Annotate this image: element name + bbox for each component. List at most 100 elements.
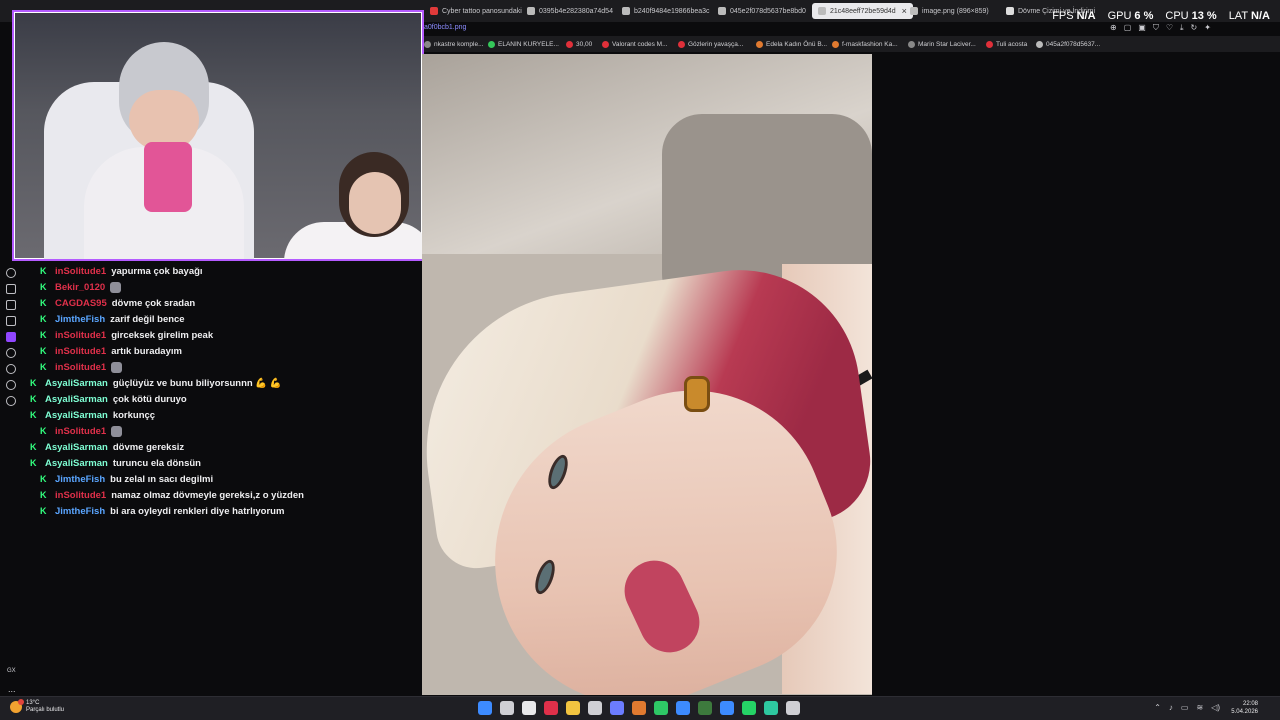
bookmark-item[interactable]: 30,00	[566, 38, 592, 50]
network-icon[interactable]: ▭	[1181, 703, 1189, 712]
sidebar-player-icon[interactable]	[6, 316, 16, 326]
chat-text: korkunçç	[112, 409, 156, 421]
chat-username[interactable]: AsyaliSarman	[45, 410, 108, 421]
sidebar-aria-icon[interactable]	[6, 268, 16, 278]
lat-value: N/A	[1251, 10, 1270, 22]
chat-message: KinSolitude1 artık buradayım	[40, 344, 182, 358]
taskbar-app-icon[interactable]	[632, 701, 646, 715]
settings-icon[interactable]	[6, 396, 16, 406]
weather-widget[interactable]: 13°C Parçalı bulutlu	[10, 699, 64, 714]
bookmark-favicon-icon	[424, 40, 431, 48]
weather-icon	[10, 699, 24, 713]
taskbar-app-icon[interactable]	[742, 701, 756, 715]
chat-username[interactable]: inSolitude1	[55, 346, 106, 357]
bookmark-item[interactable]: 045a2f078d5637...	[1036, 38, 1100, 50]
browser-tab[interactable]: 21c48eeff72be59d4d ×	[812, 3, 913, 19]
chat-username[interactable]: inSolitude1	[55, 490, 106, 501]
chat-username[interactable]: inSolitude1	[55, 330, 106, 341]
gx-label[interactable]: GX	[7, 668, 16, 674]
bookmark-favicon-icon	[678, 40, 685, 48]
taskbar-app-icon[interactable]	[610, 701, 624, 715]
bookmark-item[interactable]: ELANIN KURYELE...	[488, 38, 559, 50]
bookmark-item[interactable]: Gözlerin yavaşça...	[678, 38, 743, 50]
chat-username[interactable]: AsyaliSarman	[45, 394, 108, 405]
zoom-icon[interactable]: ⊕	[1110, 23, 1117, 33]
chat-username[interactable]: AsyaliSarman	[45, 458, 108, 469]
shield-icon[interactable]: ⛉	[1153, 23, 1159, 33]
chat-panel: KinSolitude1 yapurma çok bayağı K Bekir_012…	[28, 262, 418, 522]
chat-username[interactable]: JimtheFish	[55, 314, 105, 325]
chat-username[interactable]: AsyaliSarman	[45, 378, 108, 389]
taskbar-app-icon[interactable]	[544, 701, 558, 715]
bookmark-item[interactable]: Valorant codes M...	[602, 38, 668, 50]
taskbar-app-icon[interactable]	[764, 701, 778, 715]
chat-text: turuncu ela dönsün	[112, 457, 201, 469]
taskbar-app-icon[interactable]	[698, 701, 712, 715]
tab-favicon-icon	[718, 7, 726, 15]
bookmark-label: f-maskfashion Ka...	[842, 40, 898, 48]
chat-username[interactable]: inSolitude1	[55, 426, 106, 437]
taskbar-app-icon[interactable]	[676, 701, 690, 715]
chat-username[interactable]: CAGDAS95	[55, 298, 107, 309]
taskbar-app-icon[interactable]	[478, 701, 492, 715]
bookmark-label: ELANIN KURYELE...	[498, 40, 559, 48]
chat-username[interactable]: JimtheFish	[55, 474, 105, 485]
more-icon[interactable]: ...	[8, 684, 16, 694]
bookmark-item[interactable]: nkastre komple...	[424, 38, 484, 50]
clock[interactable]: 22:08 5.04.2026	[1231, 700, 1258, 716]
taskbar-app-icon[interactable]	[654, 701, 668, 715]
history-icon[interactable]	[6, 364, 16, 374]
bookmark-item[interactable]: Edela Kadın Önü B...	[756, 38, 827, 50]
bookmark-item[interactable]: Marin Star Laciver...	[908, 38, 976, 50]
mic-icon[interactable]: ♪	[1169, 703, 1173, 712]
image-viewer[interactable]	[422, 54, 872, 695]
extensions-icon[interactable]: ✦	[1204, 23, 1211, 33]
bookmark-favicon-icon	[986, 40, 993, 48]
sidebar-circle-icon[interactable]	[6, 348, 16, 358]
taskbar-app-icon[interactable]	[522, 701, 536, 715]
browser-tab[interactable]: 0395b4e282380a74d54	[527, 3, 613, 19]
tab-favicon-icon	[622, 7, 630, 15]
chat-username[interactable]: inSolitude1	[55, 362, 106, 373]
clock-date: 5.04.2026	[1231, 709, 1258, 715]
chat-message: K JimtheFish bu zelal ın sacı degilmi	[40, 472, 213, 486]
wifi-icon[interactable]: ≋	[1196, 703, 1203, 712]
bookmark-label: 045a2f078d5637...	[1046, 40, 1101, 48]
snapshot-icon[interactable]: ▣	[1138, 23, 1146, 33]
browser-tab[interactable]: 045e2f078d5637be8bd0	[718, 3, 806, 19]
weather-temp: 13°C	[26, 700, 40, 706]
chat-message: K JimtheFish zarif değil bence	[40, 312, 185, 326]
chat-username[interactable]: Bekir_0120	[55, 282, 105, 293]
bookmark-favicon-icon	[602, 40, 609, 48]
chat-username[interactable]: inSolitude1	[55, 266, 106, 277]
kick-badge-icon: K	[30, 458, 37, 468]
browser-tab[interactable]: image.png (896×859)	[910, 3, 989, 19]
taskbar-app-icon[interactable]	[720, 701, 734, 715]
download-icon[interactable]: ⤓	[1180, 23, 1184, 33]
bookmark-label: nkastre komple...	[434, 40, 484, 48]
bookmark-item[interactable]: f-maskfashion Ka...	[832, 38, 898, 50]
taskbar-app-icon[interactable]	[566, 701, 580, 715]
volume-icon[interactable]: ◁)	[1211, 703, 1220, 712]
chat-message: KinSolitude1	[40, 424, 123, 438]
chat-username[interactable]: JimtheFish	[55, 506, 105, 517]
download-icon[interactable]	[6, 380, 16, 390]
heart-icon[interactable]: ♡	[1166, 23, 1173, 33]
sidebar-bag-icon[interactable]	[6, 284, 16, 294]
copy-icon[interactable]: ▢	[1124, 23, 1132, 33]
history-icon[interactable]: ↻	[1191, 23, 1198, 33]
chevron-up-icon[interactable]: ⌃	[1154, 703, 1161, 712]
twitch-icon[interactable]	[6, 332, 16, 342]
taskbar-app-icon[interactable]	[786, 701, 800, 715]
tab-label: image.png (896×859)	[922, 7, 989, 15]
kick-badge-icon: K	[30, 442, 37, 452]
browser-tab[interactable]: b240f9484e19866bea3c	[622, 3, 710, 19]
chat-username[interactable]: AsyaliSarman	[45, 442, 108, 453]
sidebar-chat-icon[interactable]	[6, 300, 16, 310]
close-tab-icon[interactable]: ×	[902, 6, 907, 16]
browser-tab[interactable]: Cyber tattoo panosundaki	[430, 3, 522, 19]
bookmark-item[interactable]: Tuli acosta	[986, 38, 1027, 50]
taskbar-app-icon[interactable]	[588, 701, 602, 715]
kick-badge-icon: K	[40, 474, 47, 484]
taskbar-app-icon[interactable]	[500, 701, 514, 715]
